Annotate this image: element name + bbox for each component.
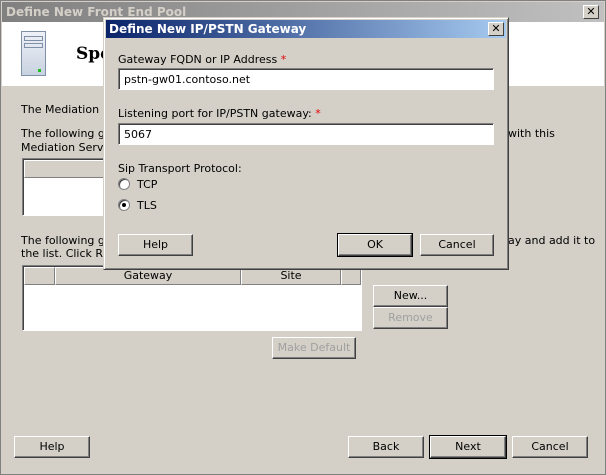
- fqdn-label: Gateway FQDN or IP Address *: [118, 53, 287, 66]
- gateways-text-1c: with this: [508, 127, 555, 140]
- help-button[interactable]: Help: [14, 436, 90, 458]
- new-gateway-button[interactable]: New...: [373, 285, 448, 307]
- tls-radio[interactable]: [118, 199, 130, 211]
- port-label: Listening port for IP/PSTN gateway: *: [118, 107, 321, 120]
- fqdn-input[interactable]: pstn-gw01.contoso.net: [118, 68, 494, 90]
- server-icon: [21, 31, 46, 76]
- tcp-label[interactable]: TCP: [137, 178, 157, 191]
- dialog-help-button[interactable]: Help: [118, 234, 193, 256]
- dialog-title-bar: Define New IP/PSTN Gateway: [106, 20, 506, 38]
- required-marker: *: [315, 107, 321, 120]
- back-button[interactable]: Back: [348, 436, 424, 458]
- dialog-close-icon[interactable]: ✕: [488, 22, 504, 36]
- gateways-table[interactable]: Gateway Site: [22, 265, 362, 331]
- gateways-text-2a: The following gat: [21, 234, 116, 247]
- gateway-dialog: Define New IP/PSTN Gateway ✕ Gateway FQD…: [103, 17, 509, 270]
- dialog-cancel-button[interactable]: Cancel: [420, 234, 494, 256]
- make-default-button[interactable]: Make Default: [272, 337, 356, 359]
- gateways-text-1a: The following gat: [21, 127, 116, 140]
- cancel-button[interactable]: Cancel: [512, 436, 588, 458]
- next-button[interactable]: Next: [429, 435, 507, 459]
- remove-gateway-button[interactable]: Remove: [373, 307, 448, 329]
- column-header-select[interactable]: [24, 267, 55, 285]
- port-input[interactable]: 5067: [118, 123, 494, 145]
- ok-button[interactable]: OK: [337, 233, 413, 257]
- main-close-icon[interactable]: ✕: [583, 5, 599, 19]
- gateways-text-2b: the list. Click Re: [21, 247, 110, 260]
- dialog-title: Define New IP/PSTN Gateway: [109, 22, 307, 36]
- required-marker: *: [280, 53, 287, 66]
- protocol-label: Sip Transport Protocol:: [118, 162, 242, 175]
- tls-label[interactable]: TLS: [137, 199, 157, 212]
- gateways-text-2c: ay and add it to: [508, 234, 596, 247]
- tcp-radio[interactable]: [118, 178, 130, 190]
